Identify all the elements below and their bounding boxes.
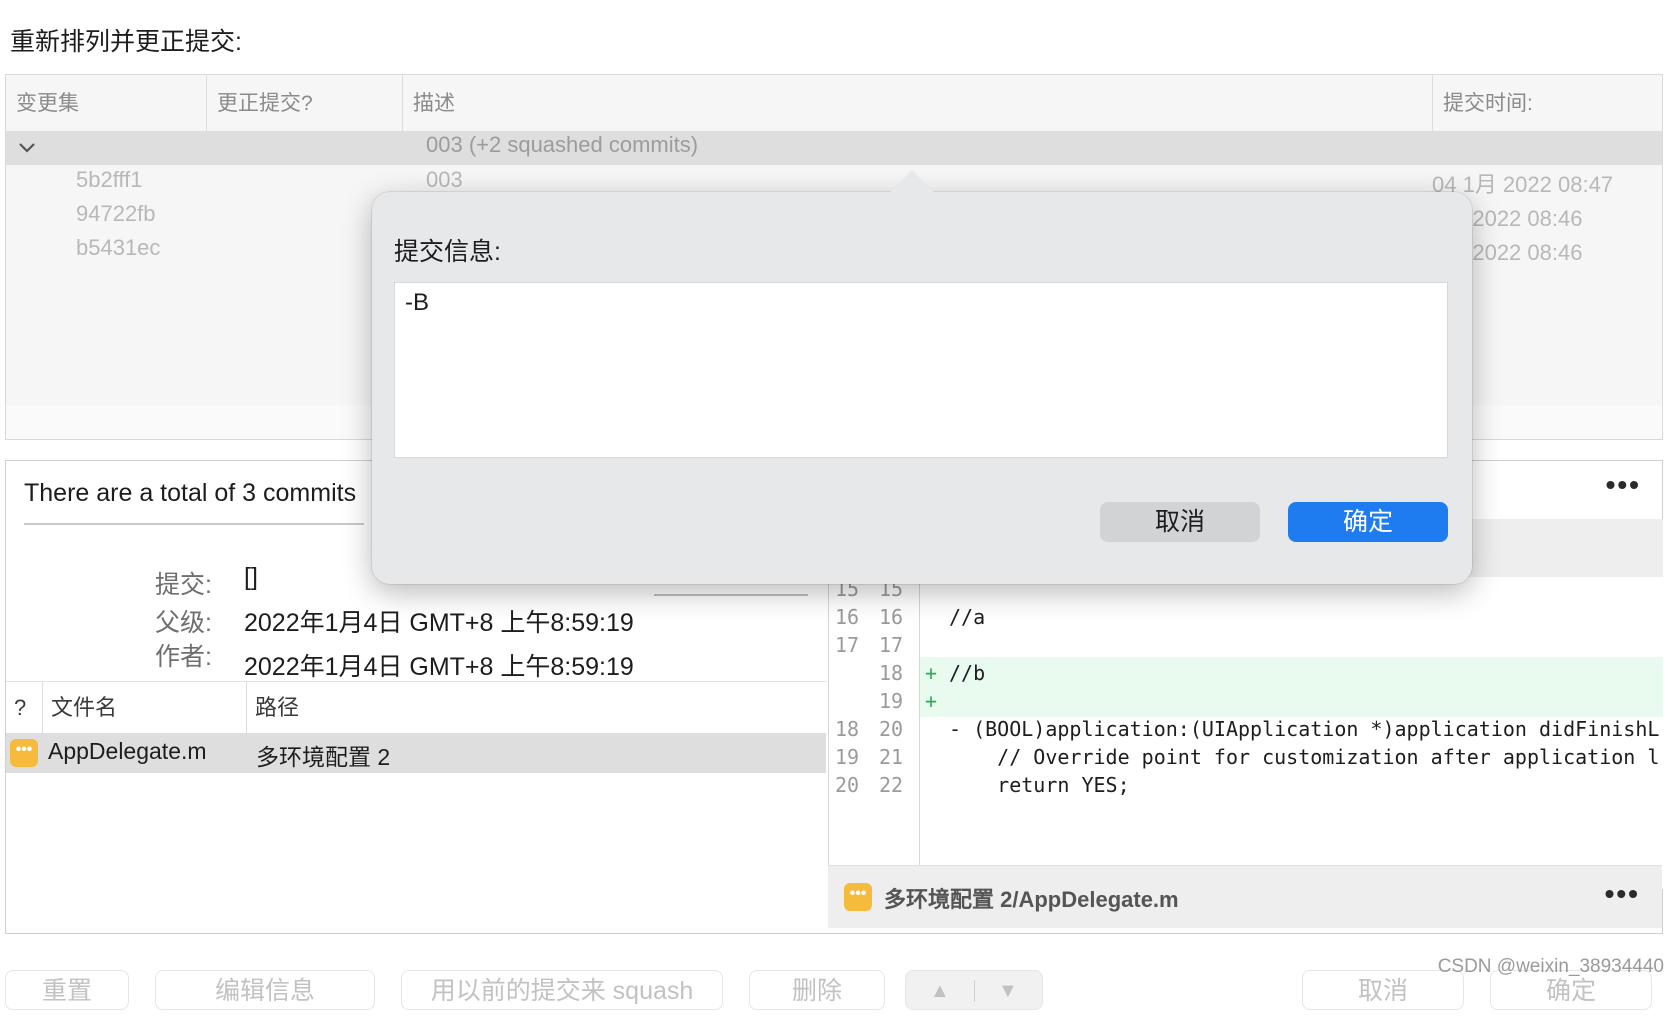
changeset-hash: 5b2fff1 bbox=[76, 167, 143, 192]
column-header-changeset[interactable]: 变更集 bbox=[6, 75, 206, 131]
modified-file-icon: ••• bbox=[844, 883, 872, 911]
reset-button[interactable]: 重置 bbox=[5, 970, 129, 1010]
list-item[interactable]: ••• AppDelegate.m 多环境配置 2 bbox=[6, 733, 826, 773]
move-down-icon[interactable]: ▼ bbox=[998, 971, 1018, 1011]
new-line-number: 20 bbox=[879, 717, 904, 741]
column-header-amend[interactable]: 更正提交? bbox=[206, 75, 402, 131]
old-line-number: 18 bbox=[835, 717, 860, 741]
parent-value: 2022年1月4日 GMT+8 上午8:59:19 bbox=[244, 609, 634, 637]
move-up-icon[interactable]: ▲ bbox=[930, 971, 950, 1011]
changeset-hash: 94722fb bbox=[76, 201, 156, 226]
author-value: 2022年1月4日 GMT+8 上午8:59:19 bbox=[244, 653, 634, 681]
code-line: return YES; bbox=[949, 773, 1130, 797]
commit-summary: There are a total of 3 commits bbox=[24, 479, 357, 507]
changeset-hash: b5431ec bbox=[76, 235, 161, 260]
popover-ok-button[interactable]: 确定 bbox=[1288, 502, 1448, 542]
delete-button[interactable]: 删除 bbox=[749, 970, 885, 1010]
new-line-number: 22 bbox=[879, 773, 904, 797]
new-line-number: 17 bbox=[879, 633, 904, 657]
added-line-highlight bbox=[920, 687, 1663, 717]
commit-group-row[interactable]: 003 (+2 squashed commits) bbox=[6, 131, 1662, 165]
column-header-commit-time[interactable]: 提交时间: bbox=[1432, 75, 1662, 131]
old-line-number: 20 bbox=[835, 773, 860, 797]
chevron-down-icon[interactable] bbox=[14, 135, 40, 161]
more-icon[interactable]: ••• bbox=[1605, 878, 1640, 910]
code-line: // Override point for customization afte… bbox=[949, 745, 1660, 769]
divider bbox=[974, 980, 975, 1002]
added-marker: + bbox=[925, 689, 938, 713]
popover-cancel-button[interactable]: 取消 bbox=[1100, 502, 1260, 542]
commit-value: [] bbox=[244, 563, 258, 591]
author-label: 作者: bbox=[155, 643, 212, 671]
watermark: CSDN @weixin_38934440 bbox=[1437, 956, 1664, 977]
file-name: AppDelegate.m bbox=[48, 738, 207, 764]
old-line-number: 17 bbox=[835, 633, 860, 657]
diff-footer: ••• 多环境配置 2/AppDelegate.m ••• bbox=[828, 865, 1662, 928]
code-line: - (BOOL)application:(UIApplication *)app… bbox=[949, 717, 1660, 741]
commit-description: 003 bbox=[426, 167, 463, 192]
new-line-number: 21 bbox=[879, 745, 904, 769]
new-line-number: 19 bbox=[879, 689, 904, 713]
new-line-number: 18 bbox=[879, 661, 904, 685]
parent-label: 父级: bbox=[155, 609, 212, 637]
modified-file-icon: ••• bbox=[10, 739, 38, 767]
divider bbox=[24, 523, 364, 525]
page-title: 重新排列并更正提交: bbox=[10, 28, 242, 56]
author-row: 作者: 2022年1月4日 GMT+8 上午8:59:19 bbox=[122, 637, 822, 681]
column-header-path[interactable]: 路径 bbox=[246, 682, 826, 734]
squash-button[interactable]: 用以前的提交来 squash bbox=[401, 970, 723, 1010]
divider bbox=[654, 594, 808, 596]
more-icon[interactable]: ••• bbox=[1606, 469, 1641, 501]
column-header-status[interactable]: ? bbox=[6, 682, 42, 734]
edit-message-button[interactable]: 编辑信息 bbox=[155, 970, 375, 1010]
commit-message-label: 提交信息: bbox=[394, 238, 501, 266]
column-header-description[interactable]: 描述 bbox=[402, 75, 1432, 131]
old-line-number: 16 bbox=[835, 605, 860, 629]
old-line-number: 19 bbox=[835, 745, 860, 769]
added-line-highlight bbox=[920, 657, 1663, 687]
code-line: //b bbox=[949, 661, 986, 685]
commit-message-input[interactable]: -B bbox=[394, 282, 1448, 458]
group-description: 003 (+2 squashed commits) bbox=[426, 132, 699, 157]
file-path: 多环境配置 2 bbox=[256, 744, 391, 770]
new-line-number: 16 bbox=[879, 605, 904, 629]
column-header-filename[interactable]: 文件名 bbox=[42, 682, 246, 734]
popover-arrow bbox=[888, 170, 936, 194]
added-marker: + bbox=[925, 661, 938, 685]
code-line: //a bbox=[949, 605, 986, 629]
diff-file-path: 多环境配置 2/AppDelegate.m bbox=[884, 887, 1179, 912]
file-list-header: ? 文件名 路径 bbox=[6, 681, 826, 734]
commit-message-popover: 提交信息: -B 取消 确定 bbox=[372, 170, 1472, 584]
move-stepper: ▲ ▼ bbox=[905, 970, 1043, 1010]
commit-label: 提交: bbox=[155, 571, 212, 599]
